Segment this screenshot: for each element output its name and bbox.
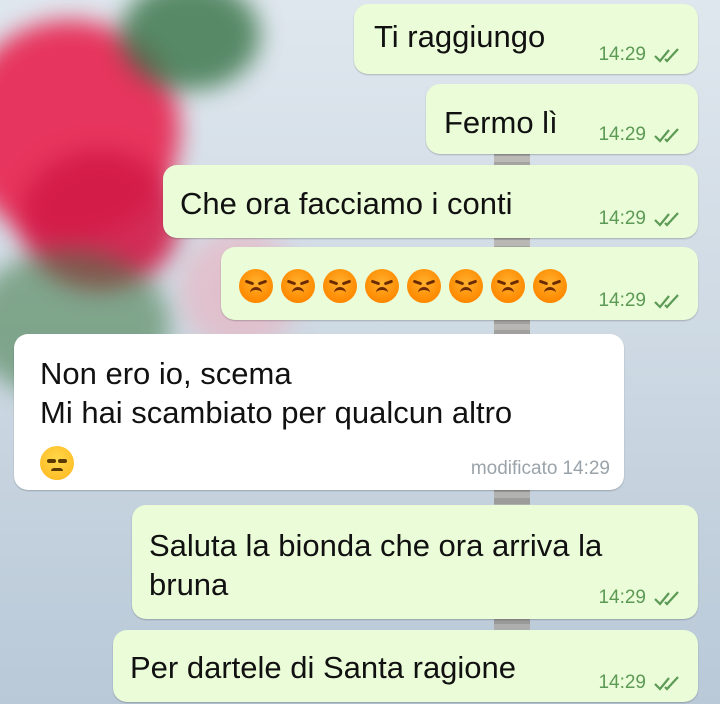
message-meta: 14:29 <box>598 672 684 694</box>
message-meta: 14:29 <box>598 587 684 609</box>
pouting-face-emoji-icon <box>365 269 399 303</box>
message-bubble-outgoing[interactable]: Per dartele di Santa ragione 14:29 <box>113 630 698 702</box>
message-bubble-outgoing[interactable]: Saluta la bionda che ora arriva la bruna… <box>132 505 698 619</box>
double-check-icon <box>654 676 679 691</box>
message-text: Che ora facciamo i conti <box>180 186 513 221</box>
message-meta: 14:29 <box>598 124 684 146</box>
pouting-face-emoji-icon <box>407 269 441 303</box>
message-bubble-outgoing[interactable]: Fermo lì 14:29 <box>426 84 698 154</box>
message-time: 14:29 <box>598 587 646 608</box>
message-text: Non ero io, scema Mi hai scambiato per q… <box>40 356 513 430</box>
message-time: 14:29 <box>598 44 646 65</box>
message-text: Ti raggiungo <box>374 19 546 54</box>
pouting-face-emoji-icon <box>239 269 273 303</box>
message-time: 14:29 <box>562 458 610 479</box>
pouting-face-emoji-icon <box>323 269 357 303</box>
pouting-face-emoji-icon <box>449 269 483 303</box>
message-bubble-outgoing[interactable]: Ti raggiungo 14:29 <box>354 4 698 74</box>
message-text: Per dartele di Santa ragione <box>130 650 517 685</box>
double-check-icon <box>654 212 679 227</box>
message-meta: 14:29 <box>598 208 684 230</box>
message-bubble-incoming[interactable]: Non ero io, scema Mi hai scambiato per q… <box>14 334 624 490</box>
double-check-icon <box>654 294 679 309</box>
pouting-face-emoji-icon <box>491 269 525 303</box>
message-time: 14:29 <box>598 672 646 693</box>
double-check-icon <box>654 48 679 63</box>
pouting-face-emoji-icon <box>281 269 315 303</box>
unamused-face-emoji-icon <box>40 446 74 480</box>
double-check-icon <box>654 128 679 143</box>
message-time: 14:29 <box>598 208 646 229</box>
message-meta: 14:29 <box>598 290 684 312</box>
message-text: Fermo lì <box>444 105 558 140</box>
message-time: 14:29 <box>598 290 646 311</box>
message-bubble-outgoing[interactable]: Che ora facciamo i conti 14:29 <box>163 165 698 238</box>
edited-label: modificato <box>470 458 558 479</box>
message-meta: 14:29 <box>598 44 684 66</box>
pouting-face-emoji-icon <box>533 269 567 303</box>
emoji-row <box>239 269 575 303</box>
message-meta: modificato 14:29 <box>471 458 610 480</box>
message-bubble-outgoing[interactable]: 14:29 <box>221 247 698 320</box>
double-check-icon <box>654 591 679 606</box>
message-time: 14:29 <box>598 124 646 145</box>
message-text: Saluta la bionda che ora arriva la bruna <box>149 528 603 602</box>
